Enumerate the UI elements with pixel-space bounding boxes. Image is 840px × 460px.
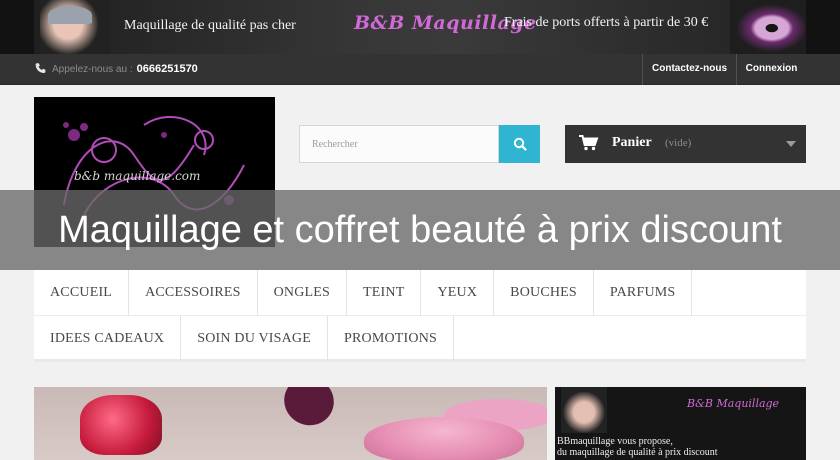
phone-number[interactable]: 0666251570 — [137, 63, 198, 75]
side-brand-logo: B&B Maquillage — [687, 397, 780, 410]
side-model-photo — [561, 387, 607, 433]
menu-item-yeux[interactable]: YEUX — [421, 270, 495, 316]
top-banner-wrapper: Maquillage de qualité pas cher B&B Maqui… — [0, 0, 840, 54]
menu-item-promotions[interactable]: PROMOTIONS — [328, 316, 455, 362]
promo-eye-photo — [730, 0, 806, 54]
promo-tagline: Maquillage de qualité pas cher — [124, 18, 296, 33]
cart-status: (vide) — [665, 137, 692, 149]
menu-item-teint[interactable]: TEINT — [347, 270, 422, 316]
search-bar — [299, 125, 540, 163]
login-link[interactable]: Connexion — [736, 54, 806, 85]
side-banner[interactable]: B&B Maquillage BBmaquillage vous propose… — [555, 387, 806, 460]
promo-shipping-text: Frais de ports offerts à partir de 30 € — [504, 15, 709, 30]
menu-item-accueil[interactable]: ACCUEIL — [34, 270, 130, 316]
menu-row-2: IDEES CADEAUX SOIN DU VISAGE PROMOTIONS — [34, 316, 455, 362]
menu-item-parfums[interactable]: PARFUMS — [594, 270, 693, 316]
cart-label: Panier — [612, 135, 652, 150]
slide-finger-image — [275, 387, 343, 435]
side-banner-line-1: BBmaquillage vous propose, — [557, 436, 673, 447]
menu-item-bouches[interactable]: BOUCHES — [494, 270, 594, 316]
home-slider[interactable] — [34, 387, 547, 460]
menu-item-ongles[interactable]: ONGLES — [258, 270, 348, 316]
menu-item-idees-cadeaux[interactable]: IDEES CADEAUX — [34, 316, 182, 362]
menu-item-soin-du-visage[interactable]: SOIN DU VISAGE — [181, 316, 328, 362]
page-title: Maquillage et coffret beauté à prix disc… — [58, 208, 782, 251]
phone-label: Appelez-nous au : — [52, 64, 133, 75]
cart-button[interactable]: Panier (vide) — [565, 125, 806, 163]
phone-contact: Appelez-nous au : 0666251570 — [34, 62, 198, 75]
title-overlay: Maquillage et coffret beauté à prix disc… — [0, 190, 840, 270]
contact-link[interactable]: Contactez-nous — [642, 54, 736, 85]
phone-icon — [35, 63, 46, 73]
side-banner-text: BBmaquillage vous propose, du maquillage… — [557, 436, 797, 458]
logo-text: b&b maquillage.com — [74, 169, 201, 183]
utility-bar: Appelez-nous au : 0666251570 Contactez-no… — [0, 54, 840, 85]
main-menu: ACCUEIL ACCESSOIRES ONGLES TEINT YEUX BO… — [34, 270, 806, 362]
slide-nail-polish-image — [80, 395, 162, 455]
search-icon — [513, 137, 527, 151]
promo-banner[interactable]: Maquillage de qualité pas cher B&B Maqui… — [34, 0, 806, 54]
menu-row-1: ACCUEIL ACCESSOIRES ONGLES TEINT YEUX BO… — [34, 270, 806, 316]
slide-lips-image — [364, 417, 524, 460]
search-input[interactable] — [299, 125, 499, 163]
search-button[interactable] — [499, 125, 540, 163]
promo-model-photo — [40, 0, 110, 54]
chevron-down-icon — [786, 141, 796, 147]
menu-item-accessoires[interactable]: ACCESSOIRES — [129, 270, 258, 316]
cart-icon — [579, 135, 599, 151]
side-banner-line-2: du maquillage de qualité à prix discount — [557, 447, 718, 458]
